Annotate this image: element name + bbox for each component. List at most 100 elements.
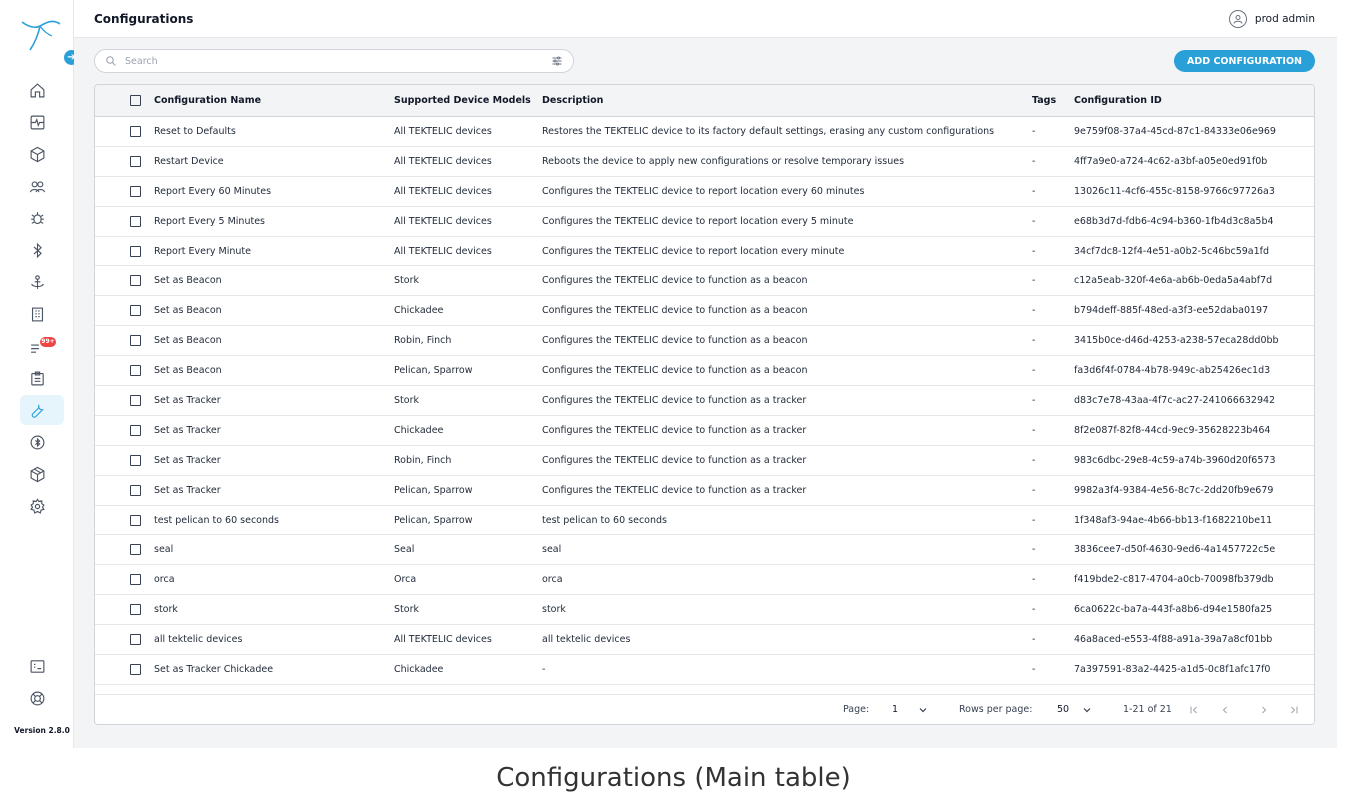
row-checkbox-cell (95, 625, 154, 655)
sidebar-item-packages[interactable] (0, 458, 74, 490)
sidebar-item-settings[interactable] (0, 490, 74, 522)
column-header-name[interactable]: Configuration Name (154, 85, 394, 116)
sidebar-item-debug[interactable] (0, 202, 74, 234)
column-header-models[interactable]: Supported Device Models (394, 85, 542, 116)
first-page-icon[interactable] (1188, 704, 1200, 716)
table-row[interactable]: orca Orca orca - f419bde2-c817-4704-a0cb-700… (95, 565, 1314, 595)
users-icon (29, 180, 45, 192)
search-bar[interactable] (94, 49, 574, 73)
table-row[interactable]: Set as Beacon Stork Configures the TEKTELI… (95, 266, 1314, 296)
table-row[interactable]: Reset to Defaults All TEKTELIC devices Res… (95, 117, 1314, 147)
table-row[interactable]: Report Every 60 Minutes All TEKTELIC devi… (95, 176, 1314, 207)
table-body-scroll[interactable]: Reset to Defaults All TEKTELIC devices Res… (95, 117, 1314, 696)
table-row[interactable]: Set as Tracker Chickadee Configures the TE… (95, 415, 1314, 446)
cell-supported-models: Stork (394, 275, 419, 287)
cell-configuration-name: Set as Tracker (154, 394, 221, 406)
row-checkbox[interactable] (130, 365, 141, 377)
cell-description: Configures the TEKTELIC device to functi… (542, 275, 808, 287)
sidebar-item-documentation[interactable] (0, 650, 74, 682)
table-row[interactable]: Set as Tracker Robin, Finch Configures the… (95, 445, 1314, 476)
sidebar-item-configurations[interactable] (0, 394, 74, 426)
cell-supported-models: All TEKTELIC devices (394, 245, 492, 257)
row-checkbox[interactable] (130, 155, 141, 167)
row-checkbox[interactable] (130, 484, 141, 496)
add-configuration-button[interactable]: ADD CONFIGURATION (1174, 50, 1315, 72)
user-name: prod admin (1254, 13, 1315, 25)
cell-description: Reboots the device to apply new configur… (542, 155, 905, 167)
row-checkbox[interactable] (130, 394, 141, 406)
rows-per-page-select[interactable]: 50 (1057, 704, 1069, 715)
cell-description: - (542, 663, 546, 675)
next-page-icon[interactable] (1258, 704, 1270, 716)
row-checkbox[interactable] (130, 514, 141, 526)
row-checkbox[interactable] (130, 275, 141, 287)
rows-chevron-down-icon[interactable] (1081, 704, 1093, 716)
sidebar-item-alerts[interactable]: 99+ (0, 330, 74, 362)
row-checkbox[interactable] (130, 604, 141, 616)
page-range: 1-21 of 21 (1123, 704, 1172, 715)
row-checkbox[interactable] (130, 574, 141, 586)
filter-sliders-icon[interactable] (551, 55, 563, 67)
row-checkbox[interactable] (130, 454, 141, 466)
table-row[interactable]: seal Seal seal - 3836cee7-d50f-4630-9ed6-4a1… (95, 535, 1314, 565)
sidebar-item-home[interactable] (0, 74, 74, 106)
row-checkbox[interactable] (130, 215, 141, 227)
table-row[interactable]: stork Stork stork - 6ca0622c-ba7a-443f-a8b6-… (95, 595, 1314, 625)
table-row[interactable]: Set as Tracker Pelican, Sparrow Configures… (95, 475, 1314, 506)
cell-configuration-id: 1f348af3-94ae-4b66-bb13-f1682210be11 (1074, 514, 1273, 526)
sidebar-item-devices[interactable] (0, 138, 74, 170)
row-checkbox[interactable] (130, 424, 141, 436)
row-checkbox[interactable] (130, 634, 141, 646)
user-menu[interactable]: prod admin (1228, 10, 1315, 28)
sidebar-item-anchors[interactable] (0, 266, 74, 298)
cell-configuration-name: Report Every 60 Minutes (154, 185, 272, 197)
sidebar-item-help[interactable] (0, 682, 74, 714)
row-checkbox-cell (95, 535, 154, 565)
table-row[interactable]: Report Every 5 Minutes All TEKTELIC devic… (95, 206, 1314, 237)
cell-supported-models: Stork (394, 394, 419, 406)
cell-description: Configures the TEKTELIC device to report… (542, 215, 854, 227)
cell-configuration-id: 7a397591-83a2-4425-a1d5-0c8f1afc17f0 (1074, 663, 1271, 675)
row-checkbox[interactable] (130, 544, 141, 556)
sidebar-item-buildings[interactable] (0, 298, 74, 330)
brand-logo[interactable] (18, 12, 62, 56)
cell-supported-models: Chickadee (394, 424, 444, 436)
table-row[interactable]: Restart Device All TEKTELIC devices Reboot… (95, 146, 1314, 177)
row-checkbox[interactable] (130, 185, 141, 197)
page-chevron-down-icon[interactable] (917, 704, 929, 716)
previous-page-icon[interactable] (1219, 704, 1231, 716)
table-row[interactable]: Report Every Minute All TEKTELIC devices C… (95, 236, 1314, 266)
cell-configuration-name: Restart Device (154, 155, 224, 167)
cell-configuration-name: Set as Tracker (154, 484, 221, 496)
row-checkbox-cell (95, 445, 154, 475)
row-checkbox[interactable] (130, 663, 141, 675)
column-header-description[interactable]: Description (542, 85, 1032, 116)
table-row[interactable]: Set as Beacon Chickadee Configures the TEK… (95, 296, 1314, 326)
sidebar-item-reports[interactable] (0, 362, 74, 394)
table-row[interactable]: test pelican to 60 seconds Pelican, Sparr… (95, 505, 1314, 535)
cell-description: Configures the TEKTELIC device to report… (542, 185, 865, 197)
sidebar-item-bluetooth[interactable] (0, 234, 74, 266)
document-icon (30, 659, 44, 673)
page-select[interactable]: 1 (892, 704, 898, 715)
row-checkbox[interactable] (130, 125, 141, 137)
row-checkbox-cell (95, 266, 154, 296)
sidebar-item-ble-devices[interactable] (0, 426, 74, 458)
search-input[interactable] (123, 54, 551, 68)
table-row[interactable]: Set as Tracker Chickadee Chickadee - - 7a397… (95, 655, 1314, 685)
select-all-checkbox[interactable] (130, 94, 141, 106)
row-checkbox[interactable] (130, 335, 141, 347)
last-page-icon[interactable] (1288, 704, 1300, 716)
table-row[interactable]: Set as Beacon Pelican, Sparrow Configures … (95, 356, 1314, 386)
row-checkbox[interactable] (130, 245, 141, 257)
sidebar-item-dashboard[interactable] (0, 106, 74, 138)
column-header-id[interactable]: Configuration ID (1074, 85, 1314, 116)
column-header-tags[interactable]: Tags (1032, 85, 1074, 116)
sidebar-item-users[interactable] (0, 170, 74, 202)
row-checkbox[interactable] (130, 305, 141, 317)
cell-description: Configures the TEKTELIC device to report… (542, 245, 845, 257)
cell-configuration-name: Report Every 5 Minutes (154, 215, 265, 227)
table-row[interactable]: Set as Tracker Stork Configures the TEKTEL… (95, 386, 1314, 416)
table-row[interactable]: Set as Beacon Robin, Finch Configures the … (95, 326, 1314, 356)
table-row[interactable]: all tektelic devices All TEKTELIC devices… (95, 625, 1314, 655)
